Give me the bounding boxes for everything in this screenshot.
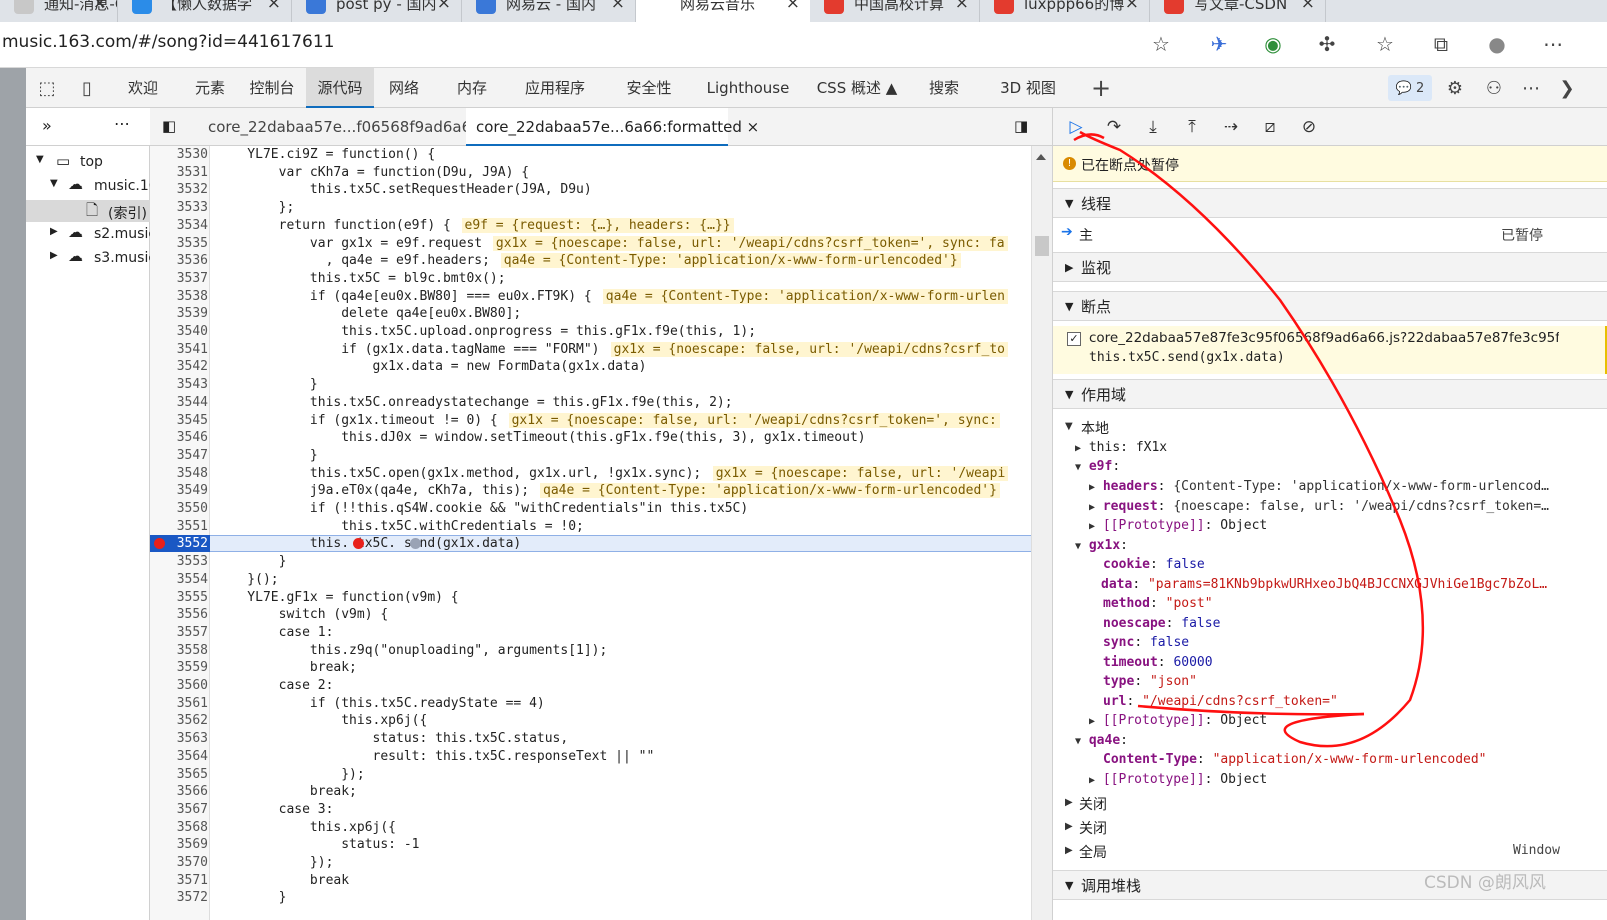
url-underline-annotation [1137, 704, 1365, 716]
red-annotation-overlay [1073, 130, 1425, 748]
watermark: CSDN @朗风风 [1424, 873, 1546, 893]
arrow-path-annotation [1079, 130, 1425, 748]
